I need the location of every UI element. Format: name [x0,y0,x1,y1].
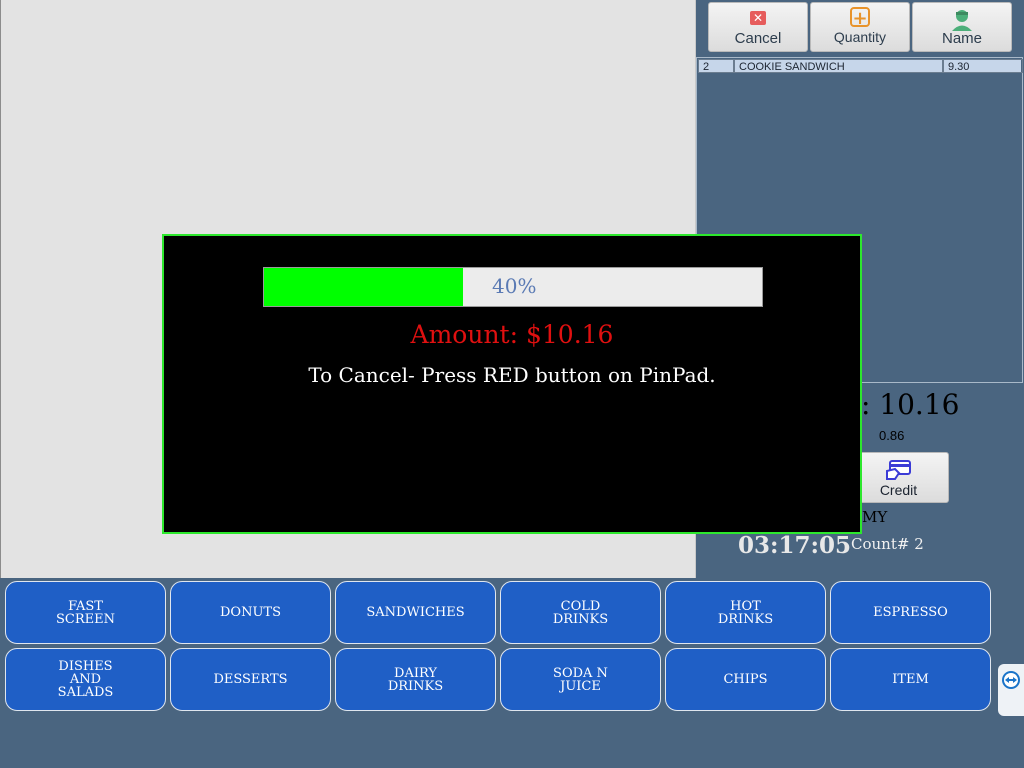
order-item-quantity: 2 [698,59,734,73]
category-dairy-drinks[interactable]: DAIRY DRINKS [335,648,496,711]
category-sandwiches[interactable]: SANDWICHES [335,581,496,644]
plus-icon: + [850,7,870,28]
credit-card-icon [885,460,911,480]
category-item[interactable]: ITEM [830,648,991,711]
credit-button[interactable]: Credit [848,452,949,503]
category-soda-n-juice[interactable]: SODA N JUICE [500,648,661,711]
category-espresso[interactable]: ESPRESSO [830,581,991,644]
cancel-instruction: To Cancel- Press RED button on PinPad. [308,363,716,387]
person-icon [952,10,972,31]
cancel-button[interactable]: ✕ Cancel [708,2,808,52]
amount-text: Amount: $10.16 [410,320,614,349]
category-donuts[interactable]: DONUTS [170,581,331,644]
payment-progress-bar: 40% [263,267,763,307]
order-item-name: COOKIE SANDWICH [734,59,943,73]
category-cold-drinks[interactable]: COLD DRINKS [500,581,661,644]
payment-processing-dialog: 40% Amount: $10.16 To Cancel- Press RED … [162,234,862,534]
clock: 03:17:05 [738,532,852,559]
transaction-count: Count# 2 [851,535,924,553]
category-dishes-and-salads[interactable]: DISHES AND SALADS [5,648,166,711]
progress-fill [264,268,464,306]
close-icon: ✕ [750,11,766,25]
name-button-label: Name [941,30,982,47]
category-chips[interactable]: CHIPS [665,648,826,711]
category-desserts[interactable]: DESSERTS [170,648,331,711]
order-item-price: 9.30 [943,59,1023,73]
remote-support-tab[interactable] [998,664,1024,716]
credit-button-label: Credit [879,482,918,498]
name-button[interactable]: Name [912,2,1012,52]
progress-percent: 40% [492,274,537,298]
remote-support-icon [1002,671,1020,689]
order-row[interactable]: 2 COOKIE SANDWICH 9.30 [698,59,1023,73]
order-total: l: 10.16 [852,388,960,421]
cancel-button-label: Cancel [734,30,782,47]
category-hot-drinks[interactable]: HOT DRINKS [665,581,826,644]
category-fast-screen[interactable]: FAST SCREEN [5,581,166,644]
quantity-button-label: Quantity [833,29,887,45]
user-text: MY [862,508,888,526]
tax-value: 0.86 [879,428,905,443]
quantity-button[interactable]: + Quantity [810,2,910,52]
